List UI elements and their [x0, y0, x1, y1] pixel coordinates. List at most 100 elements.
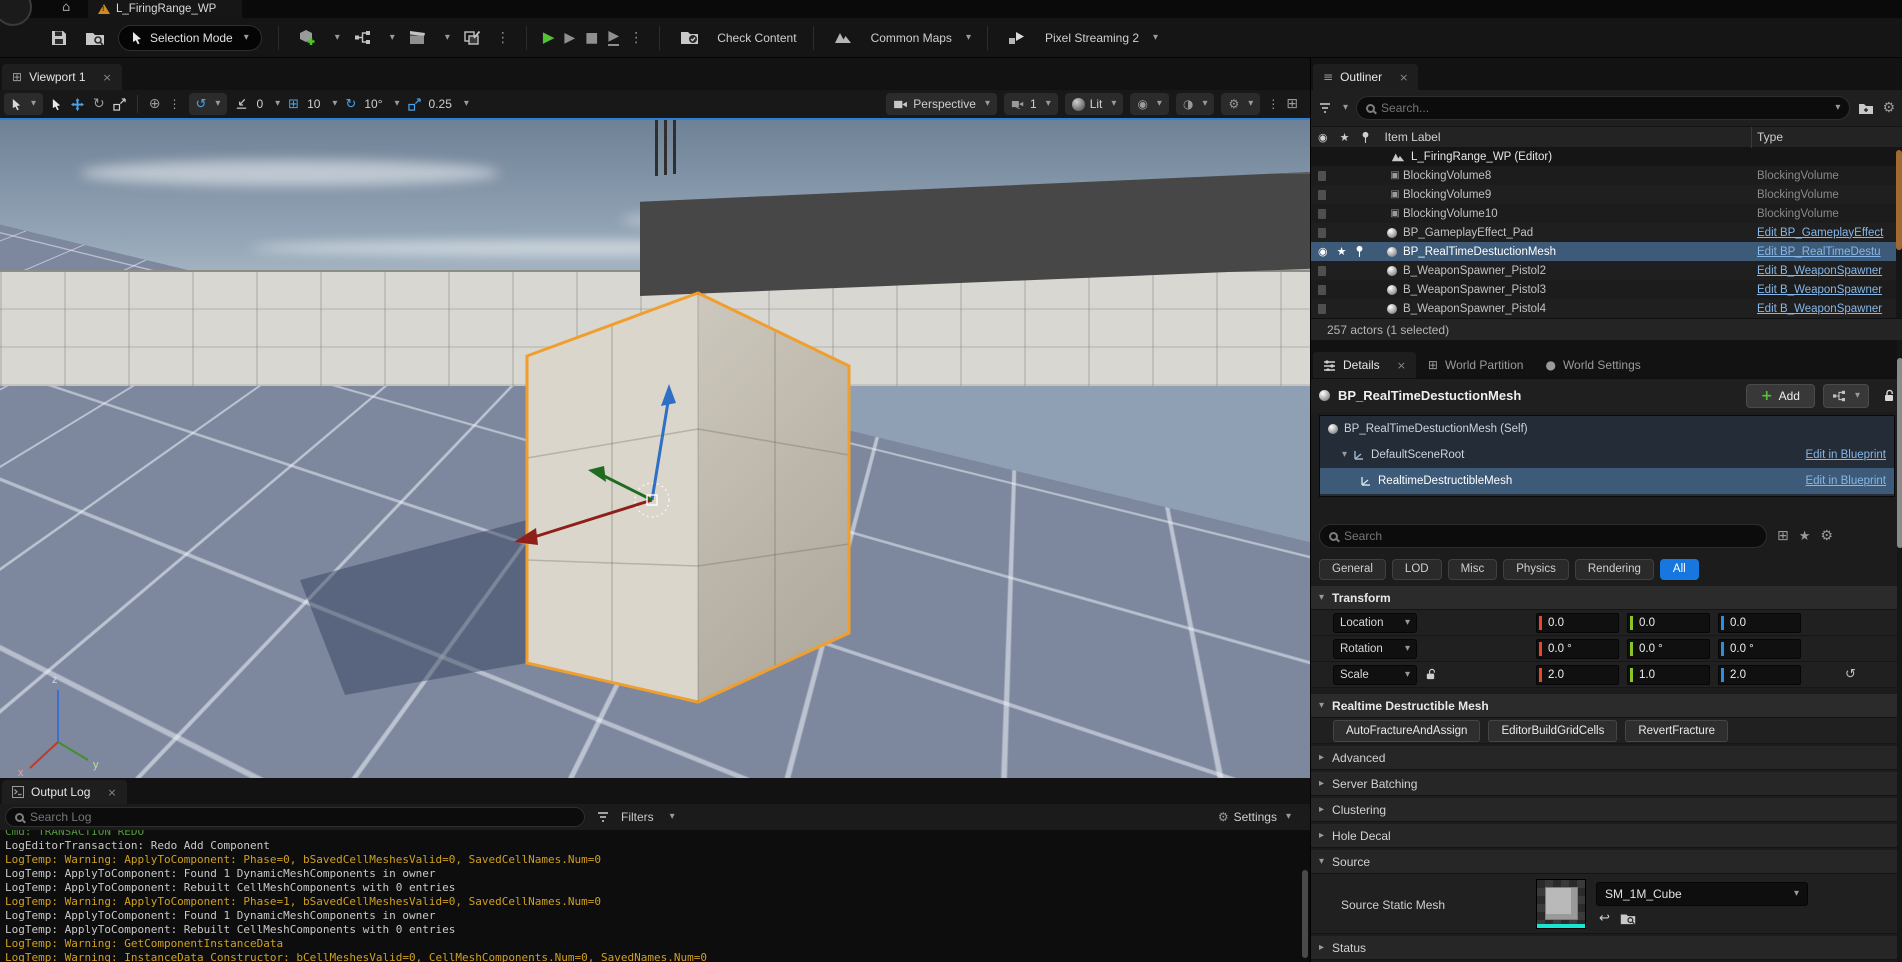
section-advanced[interactable]: ▸ Advanced: [1311, 746, 1902, 770]
section-status[interactable]: ▸ Status: [1311, 936, 1902, 960]
scale-y-field[interactable]: 1.0: [1627, 665, 1710, 685]
edit-blueprint-link[interactable]: Edit BP_RealTimeDestu: [1757, 246, 1895, 258]
scale-x-field[interactable]: 2.0: [1536, 665, 1619, 685]
mesh-select-dropdown[interactable]: SM_1M_Cube ▾: [1596, 882, 1808, 906]
scale-dropdown[interactable]: Scale ▾: [1333, 665, 1417, 685]
output-log-body[interactable]: Cmd: TRANSACTION REDO LogEditorTransacti…: [0, 830, 1310, 962]
edit-in-blueprint-link[interactable]: Edit in Blueprint: [1805, 475, 1886, 487]
location-z-field[interactable]: 0.0: [1718, 613, 1801, 633]
log-scrollbar[interactable]: [1302, 870, 1308, 958]
view-mode-dropdown[interactable]: Lit ▾: [1065, 93, 1124, 115]
chevron-down-icon[interactable]: ▾: [275, 99, 280, 109]
section-hole-decal[interactable]: ▸ Hole Decal: [1311, 824, 1902, 848]
chip-general[interactable]: General: [1319, 559, 1386, 580]
scale-snap-icon[interactable]: [408, 98, 421, 111]
display-options-icon[interactable]: ⊞: [1777, 529, 1789, 543]
stop-button[interactable]: ■: [585, 31, 598, 45]
cinematics-icon[interactable]: [405, 25, 431, 51]
favorite-column-icon[interactable]: ★: [1340, 132, 1350, 143]
details-settings-icon[interactable]: ⚙: [1820, 529, 1833, 543]
edit-blueprint-link[interactable]: Edit B_WeaponSpawner: [1757, 284, 1895, 296]
tab-world-settings[interactable]: ● World Settings: [1535, 352, 1650, 378]
eye-icon[interactable]: ◉: [1318, 246, 1328, 257]
item-label-column[interactable]: Item Label: [1384, 130, 1440, 144]
check-content-icon[interactable]: [676, 25, 702, 51]
chevron-down-icon[interactable]: ▾: [1153, 33, 1158, 43]
play-button[interactable]: ▶: [543, 30, 555, 45]
dots-vertical-icon[interactable]: ⋮: [169, 98, 181, 110]
close-icon[interactable]: ×: [107, 787, 116, 798]
view-performance-dropdown[interactable]: ◑ ▾: [1176, 93, 1215, 115]
outliner-settings-icon[interactable]: ⚙: [1882, 101, 1895, 115]
section-clustering[interactable]: ▸ Clustering: [1311, 798, 1902, 822]
pixel-streaming-icon[interactable]: [1004, 25, 1030, 51]
chip-misc[interactable]: Misc: [1448, 559, 1498, 580]
surface-snap-icon[interactable]: [235, 98, 248, 110]
chevron-down-icon[interactable]: ▾: [332, 99, 337, 109]
viewport-settings-dropdown[interactable]: ⚙ ▾: [1221, 93, 1260, 115]
new-folder-icon[interactable]: [1858, 102, 1874, 115]
browse-to-asset-icon[interactable]: [1620, 912, 1636, 925]
viewport-3d-scene[interactable]: z x y: [0, 118, 1310, 778]
level-tab[interactable]: L_FiringRange_WP: [88, 0, 242, 18]
maximize-viewport-icon[interactable]: ⊞: [1286, 97, 1298, 111]
rotation-dropdown[interactable]: Rotation ▾: [1333, 639, 1417, 659]
chip-all[interactable]: All: [1660, 559, 1699, 580]
content-browser-icon[interactable]: [82, 25, 108, 51]
snap-rotator-dropdown[interactable]: ↺ ▾: [189, 93, 228, 115]
scale-snap-value[interactable]: 0.25: [429, 97, 452, 111]
pin-column-icon[interactable]: [1361, 131, 1370, 144]
tab-outliner[interactable]: ≡ Outliner ×: [1313, 64, 1418, 90]
edit-blueprint-link[interactable]: Edit B_WeaponSpawner: [1757, 265, 1895, 277]
table-row[interactable]: BP_GameplayEffect_Pad Edit BP_GameplayEf…: [1311, 223, 1902, 242]
pin-icon[interactable]: [1355, 245, 1364, 258]
save-icon[interactable]: [46, 25, 72, 51]
chevron-down-icon[interactable]: ▾: [966, 33, 971, 43]
section-source[interactable]: ▾ Source: [1311, 850, 1902, 874]
dots-vertical-icon[interactable]: ⋮: [496, 31, 510, 45]
frame-skip-button[interactable]: ▶: [564, 31, 575, 45]
grid-snap-icon[interactable]: ⊞: [288, 98, 299, 111]
chevron-down-icon[interactable]: ▾: [335, 33, 340, 43]
tab-viewport-1[interactable]: ⊞ Viewport 1 ×: [2, 64, 122, 90]
details-scrollbar-thumb[interactable]: [1897, 358, 1902, 548]
common-maps-label[interactable]: Common Maps: [871, 31, 952, 45]
rotation-y-field[interactable]: 0.0 °: [1627, 639, 1710, 659]
component-row-self[interactable]: BP_RealTimeDestuctionMesh (Self): [1320, 416, 1894, 442]
close-icon[interactable]: ×: [1397, 360, 1406, 371]
use-selected-asset-icon[interactable]: ↩: [1599, 912, 1610, 925]
rotation-snap-icon[interactable]: ↻: [345, 98, 356, 111]
tab-world-partition[interactable]: ⊞ World Partition: [1418, 352, 1534, 378]
component-row-destructible-mesh[interactable]: RealtimeDestructibleMesh Edit in Bluepri…: [1320, 468, 1894, 494]
lock-icon[interactable]: [1883, 389, 1895, 403]
add-actor-icon[interactable]: [295, 25, 321, 51]
selection-mode-dropdown[interactable]: Selection Mode ▾: [118, 25, 262, 51]
chevron-down-icon[interactable]: ▾: [670, 812, 675, 822]
table-row-selected[interactable]: ◉ ★ BP_RealTimeDestuctionMesh Edit BP_Re…: [1311, 242, 1902, 261]
chevron-down-icon[interactable]: ▾: [390, 33, 395, 43]
location-x-field[interactable]: 0.0: [1536, 613, 1619, 633]
edit-blueprint-link[interactable]: Edit BP_GameplayEffect: [1757, 227, 1895, 239]
chevron-down-icon[interactable]: ▾: [1343, 103, 1348, 113]
select-tool-icon[interactable]: [51, 98, 62, 111]
log-search-input[interactable]: [30, 810, 575, 824]
outliner-search-input[interactable]: [1381, 101, 1825, 115]
world-coordinate-icon[interactable]: ⊕: [149, 97, 161, 111]
table-row[interactable]: ▣ BlockingVolume8 BlockingVolume: [1311, 166, 1902, 185]
chevron-down-icon[interactable]: ▾: [1342, 450, 1347, 460]
section-server-batching[interactable]: ▸ Server Batching: [1311, 772, 1902, 796]
chevron-down-icon[interactable]: ▾: [1835, 103, 1840, 113]
chip-physics[interactable]: Physics: [1503, 559, 1569, 580]
edit-in-blueprint-link[interactable]: Edit in Blueprint: [1805, 449, 1886, 461]
location-y-field[interactable]: 0.0: [1627, 613, 1710, 633]
component-row-scene-root[interactable]: ▾ DefaultSceneRoot Edit in Blueprint: [1320, 442, 1894, 468]
home-icon[interactable]: ⌂: [62, 1, 70, 14]
table-row[interactable]: ▣ BlockingVolume10 BlockingVolume: [1311, 204, 1902, 223]
filters-label[interactable]: Filters: [621, 810, 654, 824]
pixel-streaming-label[interactable]: Pixel Streaming 2: [1045, 31, 1139, 45]
table-row[interactable]: B_WeaponSpawner_Pistol4 Edit B_WeaponSpa…: [1311, 299, 1902, 318]
editor-modes-icon[interactable]: [460, 25, 486, 51]
column-divider[interactable]: [1751, 127, 1752, 149]
chevron-down-icon[interactable]: ▾: [445, 33, 450, 43]
scale-lock-icon[interactable]: [1425, 668, 1436, 681]
